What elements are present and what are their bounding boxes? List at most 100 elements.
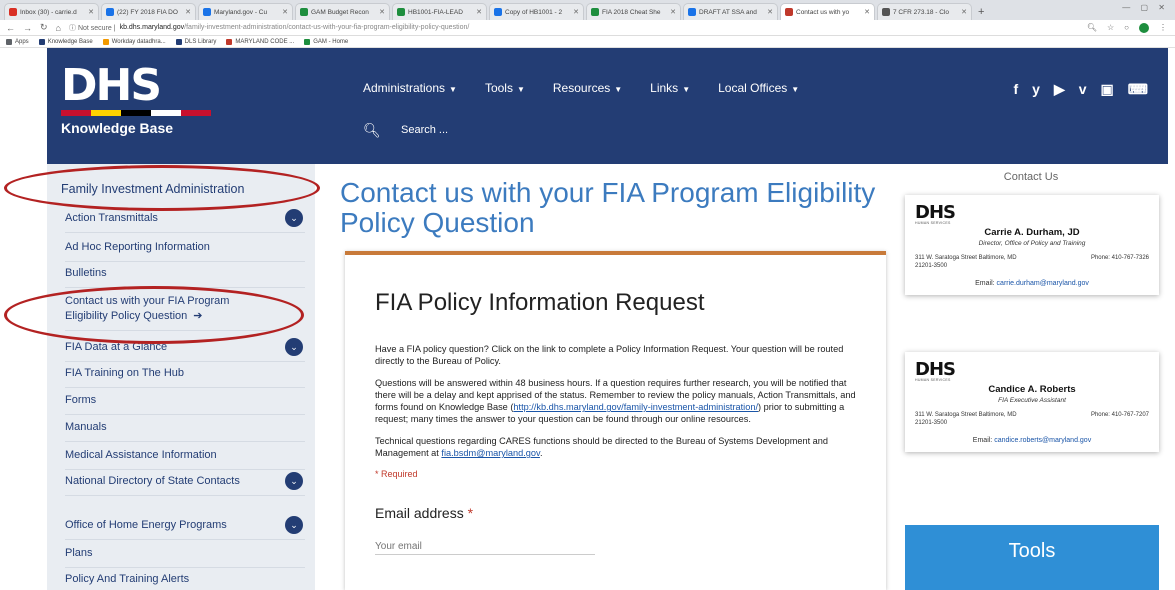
youtube-icon[interactable]: ▶: [1054, 81, 1065, 98]
facebook-icon[interactable]: f: [1014, 81, 1019, 98]
tab-close-icon[interactable]: ✕: [282, 8, 288, 16]
contact-name: Carrie A. Durham, JD: [984, 227, 1080, 238]
nav-item-links[interactable]: Links ▼: [650, 81, 690, 95]
nav-item-label: Links: [650, 81, 679, 95]
sidebar-item[interactable]: Plans: [65, 546, 305, 568]
back-icon[interactable]: ←: [6, 23, 15, 33]
site-search[interactable]: 🔍︎ Search ...: [363, 118, 843, 142]
url-field[interactable]: ⓘ Not secure | kb.dhs.maryland.gov/famil…: [69, 22, 1087, 34]
keyboard-icon[interactable]: ⌨: [1128, 81, 1148, 98]
search-input[interactable]: Search ...: [401, 124, 448, 136]
tab-favicon-icon: [106, 8, 114, 16]
extension-icon[interactable]: ○: [1124, 23, 1129, 32]
sidebar-item-label: Bulletins: [65, 267, 107, 279]
chevron-down-icon[interactable]: ⌄: [285, 516, 303, 534]
tab-close-icon[interactable]: ✕: [767, 8, 773, 16]
sidebar-item[interactable]: Forms: [65, 393, 305, 415]
tab-close-icon[interactable]: ✕: [573, 8, 579, 16]
menu-kebab-icon[interactable]: ⋮: [1159, 23, 1167, 32]
contact-card-logo-sub: HUMAN SERVICES: [915, 378, 951, 382]
home-icon[interactable]: ⌂: [56, 23, 61, 33]
chevron-down-icon[interactable]: ⌄: [285, 472, 303, 490]
sidebar-item[interactable]: National Directory of State Contacts: [65, 474, 305, 496]
window-controls[interactable]: — ▢ ✕: [1122, 3, 1169, 12]
bookmark-favicon-icon: [304, 38, 311, 45]
not-secure-indicator[interactable]: ⓘ Not secure |: [69, 23, 116, 33]
bookmark-item[interactable]: Workday datadhra...: [102, 38, 166, 45]
logo-subtitle: Knowledge Base: [61, 120, 174, 136]
bsdm-email-link[interactable]: fia.bsdm@maryland.gov: [441, 448, 540, 458]
top-navigation: Administrations ▼ Tools ▼ Resources ▼ Links ▼ Lo…: [363, 81, 799, 95]
sidebar-item-label: Office of Home Energy Programs: [65, 519, 227, 531]
sidebar-item[interactable]: Bulletins: [65, 266, 305, 288]
zoom-icon[interactable]: 🔍︎: [1087, 23, 1097, 32]
nav-item-label: Local Offices: [718, 81, 788, 95]
tab-close-icon[interactable]: ✕: [864, 8, 870, 16]
browser-tab[interactable]: Copy of HB1001 - 2 ✕: [489, 3, 584, 20]
bookmark-item[interactable]: DLS Library: [175, 38, 216, 45]
nav-item-label: Administrations: [363, 81, 446, 95]
nav-item-tools[interactable]: Tools ▼: [485, 81, 525, 95]
bookmark-item[interactable]: GAM - Home: [304, 38, 348, 45]
bookmark-item[interactable]: MARYLAND CODE ...: [226, 38, 294, 45]
vimeo-icon[interactable]: v: [1079, 81, 1087, 98]
browser-tab[interactable]: Maryland.gov - Cu ✕: [198, 3, 293, 20]
new-tab-icon[interactable]: +: [978, 6, 984, 18]
sidebar-item-label: Ad Hoc Reporting Information: [65, 241, 210, 253]
chevron-down-icon[interactable]: ⌄: [285, 209, 303, 227]
sidebar-item[interactable]: Manuals: [65, 420, 305, 442]
bookmark-label: Workday datadhra...: [111, 38, 166, 45]
tools-panel[interactable]: Tools: [905, 525, 1159, 590]
required-note: * Required: [375, 469, 418, 479]
contact-email-link[interactable]: candice.roberts@maryland.gov: [994, 437, 1091, 444]
browser-tab[interactable]: Contact us with yo ✕: [780, 3, 875, 20]
email-field[interactable]: [375, 539, 595, 555]
bookmark-item[interactable]: Knowledge Base: [38, 38, 93, 45]
tab-close-icon[interactable]: ✕: [185, 8, 191, 16]
dhs-logo[interactable]: DHS Knowledge Base: [61, 64, 211, 136]
nav-item-local-offices[interactable]: Local Offices ▼: [718, 81, 799, 95]
sidebar-item[interactable]: Action Transmittals: [65, 211, 305, 233]
tab-close-icon[interactable]: ✕: [379, 8, 385, 16]
tab-close-icon[interactable]: ✕: [961, 8, 967, 16]
search-icon[interactable]: 🔍︎: [363, 122, 383, 139]
contact-email: Email: candice.roberts@maryland.gov: [915, 437, 1149, 444]
twitter-icon[interactable]: y: [1032, 81, 1040, 98]
bookmark-label: Apps: [15, 38, 29, 45]
nav-item-label: Tools: [484, 81, 513, 95]
forward-icon[interactable]: →: [23, 23, 32, 33]
browser-tab[interactable]: Inbox (30) - carrie.d ✕: [4, 3, 99, 20]
nav-item-label: Resources: [552, 81, 611, 95]
bookmark-star-icon[interactable]: ☆: [1107, 23, 1114, 32]
sidebar-item[interactable]: Medical Assistance Information: [65, 448, 305, 470]
tab-favicon-icon: [300, 8, 308, 16]
browser-tab[interactable]: FIA 2018 Cheat She ✕: [586, 3, 681, 20]
sidebar-item[interactable]: Ad Hoc Reporting Information: [65, 240, 305, 262]
browser-tab[interactable]: (22) FY 2018 FIA DO ✕: [101, 3, 196, 20]
nav-item-resources[interactable]: Resources ▼: [553, 81, 622, 95]
sidebar-item[interactable]: FIA Training on The Hub: [65, 366, 305, 388]
browser-tab[interactable]: DRAFT AT SSA and ✕: [683, 3, 778, 20]
sidebar-item[interactable]: Policy And Training Alerts: [65, 572, 305, 590]
tab-close-icon[interactable]: ✕: [476, 8, 482, 16]
knowledge-base-link[interactable]: http://kb.dhs.maryland.gov/family-invest…: [513, 402, 758, 412]
form-intro-text: Have a FIA policy question? Click on the…: [375, 344, 844, 366]
tab-close-icon[interactable]: ✕: [670, 8, 676, 16]
contact-heading: Contact Us: [1003, 171, 1059, 183]
bookmark-item[interactable]: Apps: [6, 38, 29, 45]
tab-close-icon[interactable]: ✕: [88, 8, 94, 16]
flickr-icon[interactable]: ▣: [1101, 81, 1114, 98]
caret-down-icon: ▼: [516, 85, 525, 94]
profile-avatar[interactable]: [1139, 22, 1149, 33]
browser-tab[interactable]: 7 CFR 273.18 - Clo ✕: [877, 3, 972, 20]
chevron-down-icon[interactable]: ⌄: [285, 338, 303, 356]
sidebar-item[interactable]: Office of Home Energy Programs: [65, 518, 305, 540]
contact-email-link[interactable]: carrie.durham@maryland.gov: [997, 280, 1089, 287]
tab-label: DRAFT AT SSA and: [699, 8, 757, 16]
nav-item-administrations[interactable]: Administrations ▼: [363, 81, 457, 95]
reload-icon[interactable]: ↻: [40, 22, 48, 33]
browser-tab[interactable]: HB1001-FIA-LEAD ✕: [392, 3, 487, 20]
browser-tab[interactable]: GAM Budget Recon ✕: [295, 3, 390, 20]
tab-label: 7 CFR 273.18 - Clo: [893, 8, 949, 16]
annotation-ellipse-current-item: [4, 286, 304, 344]
